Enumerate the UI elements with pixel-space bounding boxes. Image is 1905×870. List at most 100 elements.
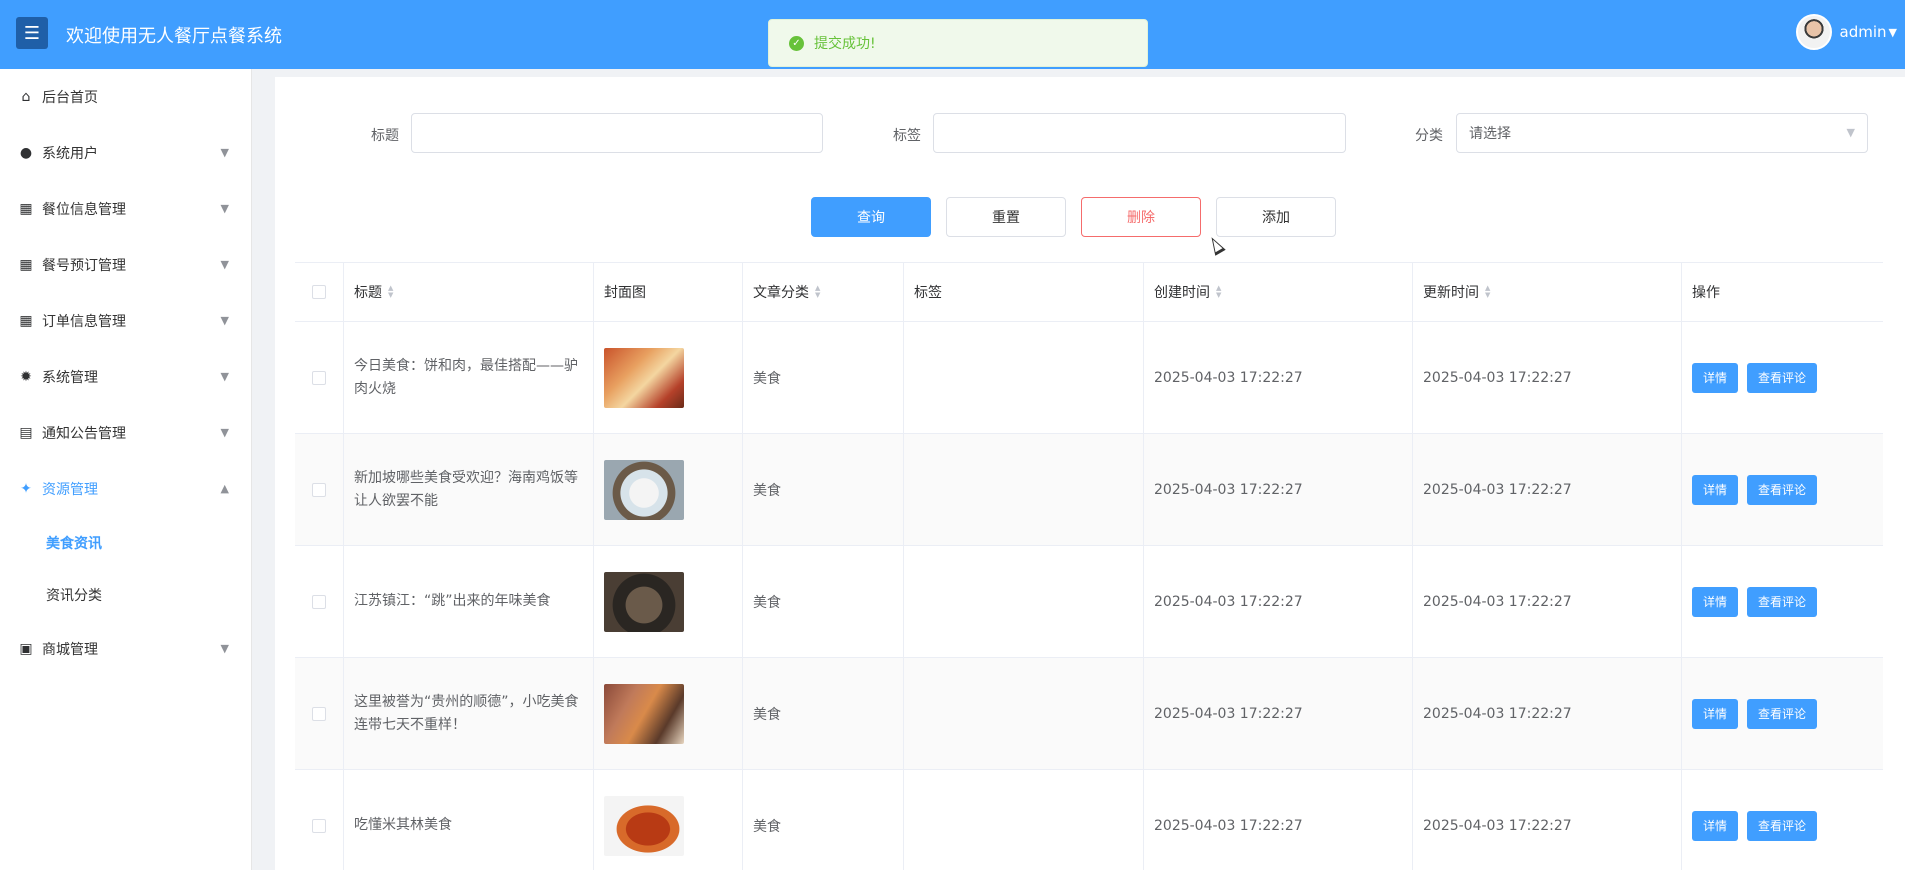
cover-image <box>604 459 684 520</box>
category-select-value: 请选择 <box>1469 126 1511 142</box>
sidebar-item-label: 后台首页 <box>42 90 98 106</box>
detail-button[interactable]: 详情 <box>1692 362 1738 393</box>
bag-icon: ▣ <box>19 641 33 657</box>
sidebar-item-label: 餐位信息管理 <box>42 202 126 218</box>
sidebar-subitem-food-news[interactable]: 美食资讯 <box>0 517 251 569</box>
chevron-down-icon: ▼ <box>220 258 229 271</box>
add-button[interactable]: 添加 <box>1216 197 1336 237</box>
sort-icon[interactable]: ▲ ▼ <box>1485 285 1490 299</box>
sidebar: ⌂ 后台首页 ● 系统用户 ▼ ▦ 餐位信息管理 ▼ ▦ 餐号预订管理 ▼ ▦ … <box>0 69 252 870</box>
view-comments-button[interactable]: 查看评论 <box>1747 698 1817 729</box>
avatar <box>1795 14 1832 50</box>
row-category: 美食 <box>753 370 781 387</box>
row-updated: 2025-04-03 17:22:27 <box>1423 369 1572 386</box>
tag-filter-label: 标签 <box>893 128 921 144</box>
gear-icon: ✹ <box>20 369 32 385</box>
table-row: 今日美食：饼和肉，最佳搭配——驴肉火烧 美食 2025-04-03 17:22:… <box>295 322 1883 434</box>
title-filter-input[interactable] <box>411 113 823 153</box>
sidebar-item-notices[interactable]: ▤ 通知公告管理 ▼ <box>0 405 251 461</box>
row-title: 吃懂米其林美食 <box>354 817 452 833</box>
row-updated: 2025-04-03 17:22:27 <box>1423 593 1572 610</box>
row-title: 江苏镇江：“跳”出来的年味美食 <box>354 593 551 609</box>
detail-button[interactable]: 详情 <box>1692 810 1738 841</box>
app-title: 欢迎使用无人餐厅点餐系统 <box>66 26 282 47</box>
sidebar-item-label: 系统管理 <box>42 370 98 386</box>
success-toast: ✓ 提交成功! <box>768 19 1148 67</box>
row-category: 美食 <box>753 594 781 611</box>
grid-icon: ▦ <box>19 257 33 273</box>
column-header-updated[interactable]: 更新时间 ▲ ▼ <box>1413 263 1682 321</box>
menu-toggle-button[interactable]: ☰ <box>16 17 48 49</box>
home-icon: ⌂ <box>21 89 31 105</box>
sort-icon[interactable]: ▲ ▼ <box>1216 285 1221 299</box>
row-created: 2025-04-03 17:22:27 <box>1154 481 1303 498</box>
row-checkbox[interactable] <box>312 818 326 833</box>
select-all-checkbox[interactable] <box>312 285 326 299</box>
column-header-cover: 封面图 <box>594 263 743 321</box>
row-category: 美食 <box>753 706 781 723</box>
sort-icon[interactable]: ▲ ▼ <box>388 285 393 299</box>
row-updated: 2025-04-03 17:22:27 <box>1423 705 1572 722</box>
detail-button[interactable]: 详情 <box>1692 698 1738 729</box>
reset-button[interactable]: 重置 <box>946 197 1066 237</box>
delete-button[interactable]: 删除 <box>1081 197 1201 237</box>
sidebar-item-reservation[interactable]: ▦ 餐号预订管理 ▼ <box>0 237 251 293</box>
title-filter-label: 标题 <box>371 128 399 144</box>
chevron-up-icon: ▲ <box>220 482 229 495</box>
category-select[interactable]: 请选择 ▼ <box>1456 113 1868 153</box>
column-header-title[interactable]: 标题 ▲ ▼ <box>344 263 594 321</box>
detail-button[interactable]: 详情 <box>1692 474 1738 505</box>
query-button[interactable]: 查询 <box>811 197 931 237</box>
column-header-category[interactable]: 文章分类 ▲ ▼ <box>743 263 904 321</box>
table-row: 新加坡哪些美食受欢迎？海南鸡饭等让人欲罢不能 美食 2025-04-03 17:… <box>295 434 1883 546</box>
view-comments-button[interactable]: 查看评论 <box>1747 474 1817 505</box>
table-row: 吃懂米其林美食 美食 2025-04-03 17:22:27 2025-04-0… <box>295 770 1883 870</box>
chevron-down-icon: ▼ <box>220 642 229 655</box>
chevron-down-icon: ▼ <box>1888 25 1897 39</box>
row-checkbox[interactable] <box>312 370 326 385</box>
user-menu[interactable]: admin ▼ <box>1795 14 1897 50</box>
username: admin <box>1839 23 1887 41</box>
view-comments-button[interactable]: 查看评论 <box>1747 586 1817 617</box>
row-updated: 2025-04-03 17:22:27 <box>1423 817 1572 834</box>
chevron-down-icon: ▼ <box>220 370 229 383</box>
sidebar-item-mall[interactable]: ▣ 商城管理 ▼ <box>0 621 251 677</box>
cover-image <box>604 795 684 856</box>
row-category: 美食 <box>753 482 781 499</box>
detail-button[interactable]: 详情 <box>1692 586 1738 617</box>
sort-icon[interactable]: ▲ ▼ <box>815 285 820 299</box>
table-row: 这里被誉为“贵州的顺德”，小吃美食连带七天不重样！ 美食 2025-04-03 … <box>295 658 1883 770</box>
sidebar-item-label: 系统用户 <box>42 146 98 162</box>
row-category: 美食 <box>753 818 781 835</box>
row-title: 新加坡哪些美食受欢迎？海南鸡饭等让人欲罢不能 <box>354 469 578 509</box>
sidebar-item-seat-info[interactable]: ▦ 餐位信息管理 ▼ <box>0 181 251 237</box>
row-checkbox[interactable] <box>312 706 326 721</box>
sidebar-item-label: 资源管理 <box>42 482 98 498</box>
sidebar-subitem-news-category[interactable]: 资讯分类 <box>0 569 251 621</box>
sidebar-item-system-management[interactable]: ✹ 系统管理 ▼ <box>0 349 251 405</box>
chevron-down-icon: ▼ <box>1846 126 1855 139</box>
cover-image <box>604 347 684 408</box>
sidebar-item-orders[interactable]: ▦ 订单信息管理 ▼ <box>0 293 251 349</box>
column-header-created[interactable]: 创建时间 ▲ ▼ <box>1144 263 1413 321</box>
select-all-cell <box>295 263 344 321</box>
chevron-down-icon: ▼ <box>220 426 229 439</box>
column-header-actions: 操作 <box>1692 285 1720 301</box>
grid-icon: ▦ <box>19 201 33 217</box>
view-comments-button[interactable]: 查看评论 <box>1747 362 1817 393</box>
view-comments-button[interactable]: 查看评论 <box>1747 810 1817 841</box>
check-circle-icon: ✓ <box>789 35 804 51</box>
sidebar-item-system-users[interactable]: ● 系统用户 ▼ <box>0 125 251 181</box>
row-created: 2025-04-03 17:22:27 <box>1154 817 1303 834</box>
row-updated: 2025-04-03 17:22:27 <box>1423 481 1572 498</box>
table-header-row: 标题 ▲ ▼ 封面图 文章分类 ▲ ▼ 标签 创建时间 ▲ ▼ 更新时间 ▲ ▼ 操作 <box>295 263 1883 322</box>
row-title: 今日美食：饼和肉，最佳搭配——驴肉火烧 <box>354 357 578 397</box>
sidebar-item-home[interactable]: ⌂ 后台首页 <box>0 69 251 125</box>
sidebar-item-label: 订单信息管理 <box>42 314 126 330</box>
row-checkbox[interactable] <box>312 594 326 609</box>
tag-filter-input[interactable] <box>933 113 1346 153</box>
sidebar-item-resources[interactable]: ✦ 资源管理 ▲ <box>0 461 251 517</box>
cover-image <box>604 683 684 744</box>
row-checkbox[interactable] <box>312 482 326 497</box>
row-created: 2025-04-03 17:22:27 <box>1154 369 1303 386</box>
